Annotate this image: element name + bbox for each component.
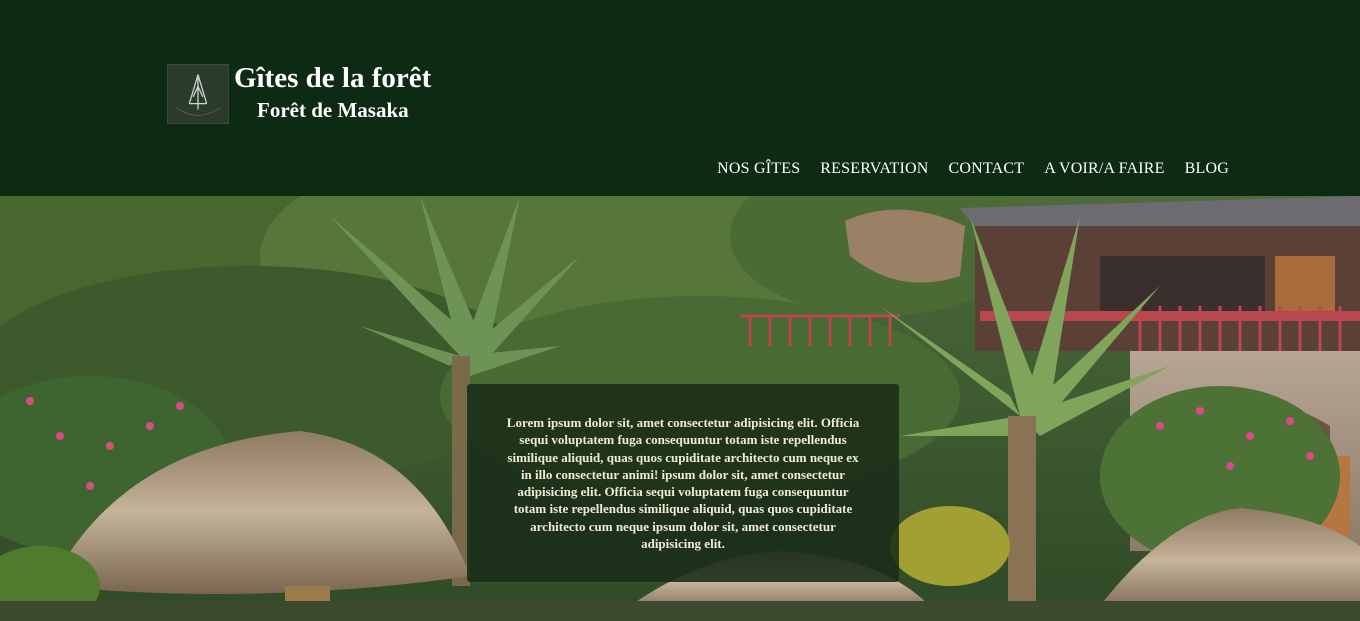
nav-item-nos-gites[interactable]: NOS GÎTES — [717, 160, 800, 178]
hero-text: Lorem ipsum dolor sit, amet consectetur … — [506, 415, 860, 552]
nav-item-blog[interactable]: BLOG — [1185, 160, 1229, 178]
site-title[interactable]: Gîtes de la forêt — [234, 60, 431, 96]
site-header: Gîtes de la forêt Forêt de Masaka NOS GÎ… — [0, 0, 1360, 196]
main-nav: NOS GÎTES RESERVATION CONTACT A VOIR/A F… — [717, 160, 1229, 178]
pine-tree-icon — [175, 74, 221, 116]
nav-item-contact[interactable]: CONTACT — [949, 160, 1025, 178]
site-subtitle: Forêt de Masaka — [257, 98, 409, 122]
hero-text-box: Lorem ipsum dolor sit, amet consectetur … — [467, 384, 899, 582]
logo[interactable] — [167, 64, 229, 124]
nav-item-a-voir-a-faire[interactable]: A VOIR/A FAIRE — [1044, 160, 1164, 178]
nav-item-reservation[interactable]: RESERVATION — [820, 160, 928, 178]
